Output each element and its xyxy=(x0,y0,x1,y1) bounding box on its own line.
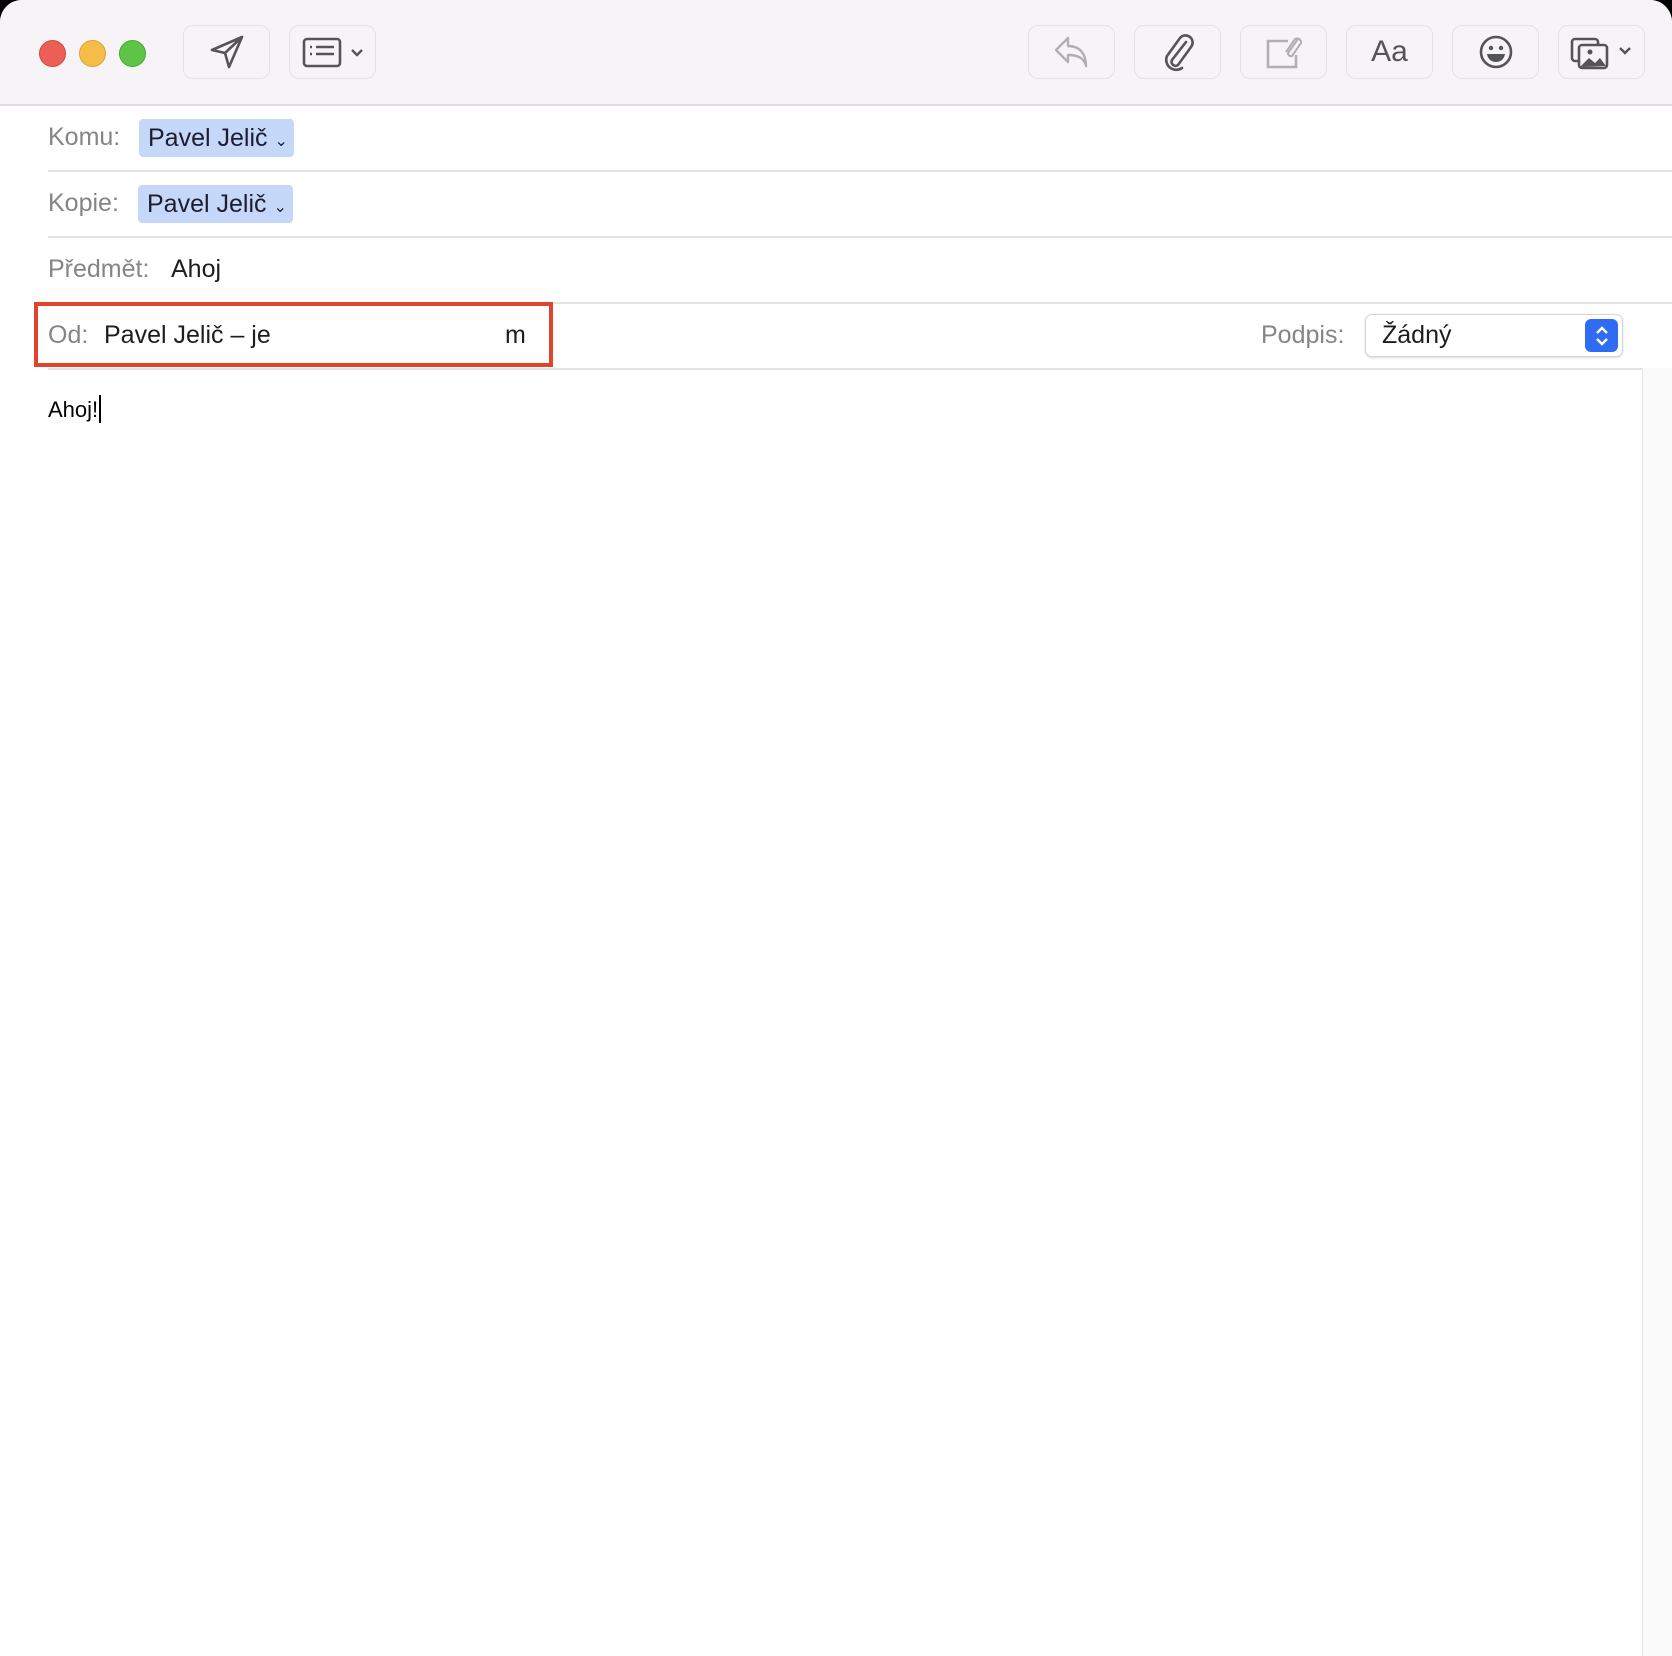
markup-attachment-icon xyxy=(1266,37,1302,69)
format-button[interactable]: Aa xyxy=(1346,25,1433,79)
chevron-down-icon: ⌄ xyxy=(274,133,288,150)
header-fields-icon xyxy=(302,37,363,68)
send-button[interactable] xyxy=(183,25,270,79)
reply-button[interactable] xyxy=(1028,25,1115,79)
from-highlight-box xyxy=(34,302,553,367)
cc-label: Kopie: xyxy=(48,189,119,217)
signature-value: Žádný xyxy=(1382,321,1452,349)
minimize-window-button[interactable] xyxy=(79,40,106,67)
subject-label: Předmět: xyxy=(48,255,150,283)
toolbar: Aa xyxy=(0,0,1672,106)
send-icon xyxy=(210,35,243,69)
cc-recipient-name: Pavel Jelič xyxy=(147,190,267,218)
format-label: Aa xyxy=(1371,35,1408,68)
close-window-button[interactable] xyxy=(39,40,66,67)
subject-input[interactable]: Ahoj xyxy=(171,236,221,302)
to-row: Komu: Pavel Jelič ⌄ xyxy=(48,104,1672,172)
photo-browser-icon xyxy=(1570,37,1631,70)
photo-browser-button[interactable] xyxy=(1558,25,1645,79)
attachment-icon xyxy=(1164,34,1194,72)
stepper-icon xyxy=(1585,319,1618,352)
message-text: Ahoj! xyxy=(48,397,99,422)
to-recipient-token[interactable]: Pavel Jelič ⌄ xyxy=(139,119,294,157)
markup-attachment-button[interactable] xyxy=(1240,25,1327,79)
to-label: Komu: xyxy=(48,123,121,151)
signature-label: Podpis: xyxy=(1261,321,1345,349)
emoji-button[interactable] xyxy=(1452,25,1539,79)
emoji-icon xyxy=(1479,35,1512,69)
cc-recipient-token[interactable]: Pavel Jelič ⌄ xyxy=(138,185,293,223)
chevron-down-icon: ⌄ xyxy=(273,199,287,216)
text-cursor xyxy=(99,395,102,423)
to-recipient-name: Pavel Jelič xyxy=(148,124,268,152)
subject-row: Předmět: Ahoj xyxy=(48,236,1672,304)
scrollbar[interactable] xyxy=(1642,368,1672,1656)
message-body[interactable]: Ahoj! xyxy=(48,395,102,423)
reply-icon xyxy=(1054,36,1087,68)
zoom-window-button[interactable] xyxy=(119,40,146,67)
cc-row: Kopie: Pavel Jelič ⌄ xyxy=(48,170,1672,238)
signature-select[interactable]: Žádný xyxy=(1365,314,1623,357)
attach-button[interactable] xyxy=(1134,25,1221,79)
compose-window: Aa Komu: Pavel Jelič ⌄ Kopie: Pavel Jeli… xyxy=(0,0,1672,1656)
header-fields-button[interactable] xyxy=(289,25,376,79)
